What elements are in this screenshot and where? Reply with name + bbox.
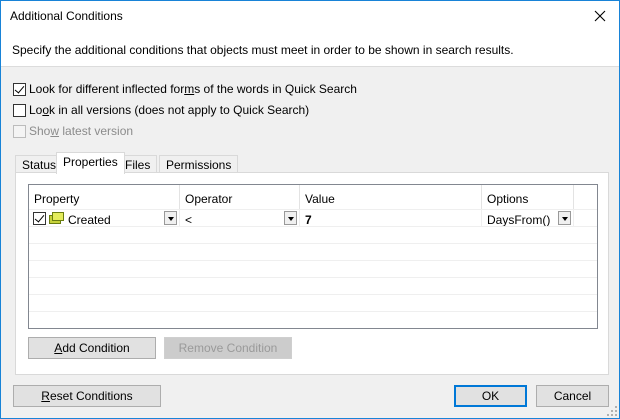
conditions-grid: Property Operator Value Options Created … — [28, 184, 598, 329]
properties-panel: Property Operator Value Options Created … — [15, 172, 609, 375]
cancel-button[interactable]: Cancel — [536, 385, 609, 407]
table-row[interactable]: Created < 7 DaysFrom() — [29, 209, 597, 227]
title-bar: Additional Conditions — [1, 1, 619, 31]
reset-conditions-button[interactable]: Reset Conditions — [13, 385, 161, 407]
description-text: Specify the additional conditions that o… — [12, 43, 514, 57]
cell-operator[interactable]: < — [180, 210, 300, 227]
tab-files-label: Files — [125, 158, 151, 172]
empty-row — [29, 311, 597, 328]
add-condition-button[interactable]: Add Condition — [28, 337, 156, 359]
column-options-label: Options — [487, 192, 529, 206]
grid-header: Property Operator Value Options — [29, 185, 597, 209]
empty-row — [29, 294, 597, 311]
latest-version-checkbox: Show latest version — [13, 124, 133, 138]
ok-button[interactable]: OK — [454, 385, 527, 407]
column-operator[interactable]: Operator — [180, 185, 300, 209]
inflected-forms-box[interactable] — [13, 82, 26, 96]
operator-value: < — [185, 213, 193, 227]
property-icon — [49, 212, 64, 224]
property-dropdown-button[interactable] — [164, 211, 177, 225]
inflected-forms-label: Look for different inflected forms of th… — [29, 82, 357, 96]
column-property-label: Property — [34, 192, 80, 206]
window-title: Additional Conditions — [10, 9, 123, 23]
tab-properties[interactable]: Properties — [56, 152, 125, 174]
all-versions-label: Look in all versions (does not apply to … — [29, 103, 310, 117]
description-band: Specify the additional conditions that o… — [1, 31, 619, 67]
cell-property[interactable]: Created — [29, 210, 180, 227]
property-value: Created — [68, 213, 111, 227]
latest-version-box — [13, 124, 26, 138]
resize-grip-icon[interactable] — [607, 406, 617, 416]
tab-properties-label: Properties — [63, 155, 118, 169]
add-condition-label: Add Condition — [54, 341, 130, 355]
row-enabled-checkbox[interactable] — [33, 212, 46, 225]
remove-condition-button: Remove Condition — [164, 337, 292, 359]
cell-options[interactable]: DaysFrom() — [482, 210, 574, 227]
options-value: DaysFrom() — [487, 213, 551, 227]
cancel-label: Cancel — [553, 389, 592, 403]
tab-status-label: Status — [22, 158, 57, 172]
reset-conditions-label: Reset Conditions — [41, 389, 133, 403]
all-versions-checkbox[interactable]: Look in all versions (does not apply to … — [13, 103, 309, 117]
cell-value[interactable]: 7 — [300, 210, 482, 227]
empty-row — [29, 243, 597, 260]
all-versions-box[interactable] — [13, 103, 26, 117]
empty-row — [29, 226, 597, 243]
empty-row — [29, 260, 597, 277]
latest-version-label: Show latest version — [29, 124, 134, 138]
column-value[interactable]: Value — [300, 185, 482, 209]
empty-row — [29, 277, 597, 294]
inflected-forms-checkbox[interactable]: Look for different inflected forms of th… — [13, 82, 357, 96]
options-dropdown-button[interactable] — [558, 211, 571, 225]
column-value-label: Value — [305, 192, 335, 206]
remove-condition-label: Remove Condition — [178, 341, 278, 355]
tab-permissions-label: Permissions — [166, 158, 232, 172]
ok-label: OK — [481, 389, 500, 403]
value-field: 7 — [305, 213, 312, 227]
column-property[interactable]: Property — [29, 185, 180, 209]
operator-dropdown-button[interactable] — [284, 211, 297, 225]
column-operator-label: Operator — [185, 192, 233, 206]
column-options[interactable]: Options — [482, 185, 574, 209]
additional-conditions-dialog: Additional Conditions Specify the additi… — [0, 0, 620, 419]
close-icon — [594, 10, 606, 22]
close-button[interactable] — [589, 5, 611, 27]
